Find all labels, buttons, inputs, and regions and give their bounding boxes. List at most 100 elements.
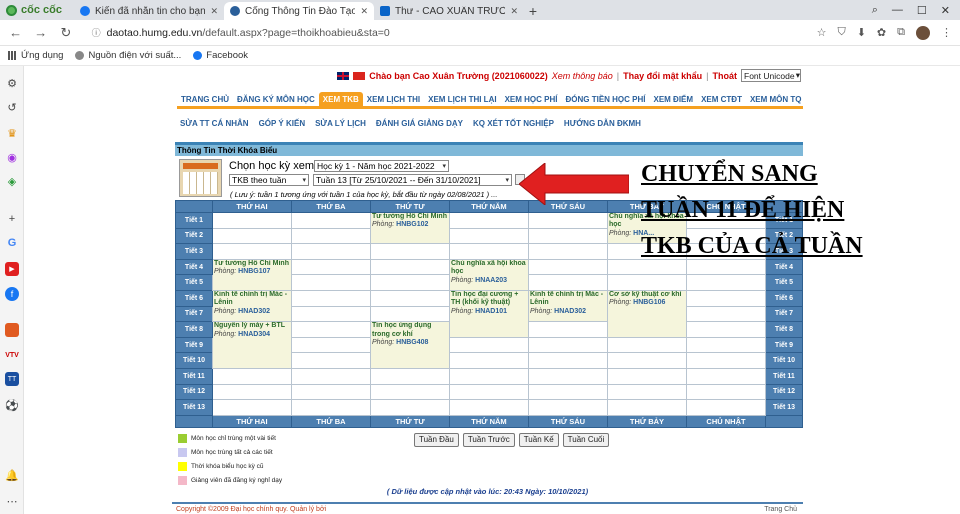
day-header: CHỦ NHẬT (686, 414, 766, 428)
menu-item[interactable]: TRANG CHỦ (177, 92, 233, 108)
add-icon[interactable]: + (5, 212, 19, 226)
legend-swatch (178, 448, 187, 457)
empty-cell (370, 243, 450, 260)
download-icon[interactable]: ⬇ (857, 26, 866, 39)
star-icon[interactable]: ☆ (817, 26, 827, 39)
empty-cell (528, 258, 608, 276)
change-password-link[interactable]: Thay đổi mật khẩu (623, 71, 702, 81)
room-info: Phòng: HNAD302 (530, 308, 606, 316)
menu-icon[interactable]: ⋮ (941, 26, 952, 39)
week-select[interactable]: Tuần 13 [Từ 25/10/2021 -- Đến 31/10/2021… (313, 174, 512, 186)
view-mode-select[interactable]: TKB theo tuần ▾ (229, 174, 309, 186)
english-flag-icon[interactable] (337, 71, 350, 80)
submenu-item[interactable]: HƯỚNG DẪN ĐKMH (564, 119, 641, 128)
facebook-icon[interactable]: f (5, 287, 19, 301)
minimize-icon[interactable]: — (892, 4, 903, 16)
menu-item[interactable]: XEM LỊCH THI LẠI (424, 92, 500, 108)
menu-item[interactable]: XEM TKB (318, 91, 363, 108)
info-icon[interactable]: ⓘ (92, 26, 101, 39)
back-icon[interactable]: ← (8, 25, 23, 40)
empty-cell (291, 305, 371, 323)
news-icon[interactable]: TT (5, 372, 19, 386)
new-tab-button[interactable]: + (524, 2, 542, 20)
extension-icon[interactable]: ✿ (877, 26, 886, 39)
room-code: HNBG102 (396, 221, 429, 229)
tab-portal[interactable]: Cổng Thông Tin Đào Tạo-Đạ ✕ (224, 2, 374, 20)
bell-icon[interactable]: 🔔 (5, 468, 19, 482)
semester-select[interactable]: Học kỳ 1 - Năm học 2021-2022 ▾ (314, 160, 449, 172)
menu-item[interactable]: XEM LỊCH THI (363, 92, 424, 108)
copyright: Copyright ©2009 Đại học chính quy. Quản … (176, 505, 327, 513)
forward-icon[interactable]: → (33, 25, 48, 40)
browser-logo[interactable]: cốc cốc (0, 0, 74, 20)
app-icon[interactable] (5, 323, 19, 337)
bookmark-facebook[interactable]: Facebook (193, 50, 248, 61)
tab-mail[interactable]: Thư - CAO XUÂN TRƯỜNG - ... ✕ (374, 2, 524, 20)
week-nav-button[interactable]: Tuần Trước (462, 433, 515, 447)
submenu-item[interactable]: GÓP Ý KIẾN (259, 119, 306, 128)
home-link[interactable]: Trang Chủ (764, 506, 803, 513)
tab-messages[interactable]: Kiến đã nhắn tin cho bạn ✕ (74, 2, 224, 20)
bookmark-power[interactable]: Nguồn điện với suất... (75, 50, 181, 61)
week-nav-button[interactable]: Tuần Kế (518, 433, 559, 447)
bookmark-apps[interactable]: Ứng dụng (8, 50, 63, 61)
google-icon[interactable]: G (5, 236, 19, 250)
maximize-icon[interactable]: ☐ (917, 4, 927, 17)
menu-item[interactable]: ĐĂNG KÝ MÔN HỌC (233, 92, 319, 108)
messenger-icon[interactable]: ◉ (5, 150, 19, 164)
submenu-item[interactable]: KQ XÉT TỐT NGHIỆP (473, 119, 554, 128)
vtv-icon[interactable]: VTV (5, 348, 19, 362)
week-nav-button[interactable]: Tuần Cuối (562, 433, 610, 447)
class-cell[interactable]: Kinh tế chính trị Mác - Lênin Phòng: HNAD… (528, 289, 608, 323)
submenu-item[interactable]: SỬA LÝ LỊCH (315, 119, 366, 128)
menu-item[interactable]: XEM CTĐT (697, 92, 746, 108)
empty-cell (449, 352, 529, 369)
class-cell[interactable]: Cơ sở kỹ thuật cơ khí Phòng: HNBG106 (607, 289, 687, 338)
history-icon[interactable]: ↺ (5, 100, 19, 114)
submenu-item[interactable]: ĐÁNH GIÁ GIẢNG DẠY (376, 119, 463, 128)
class-cell[interactable]: Chủ nghĩa xã hội khoa học Phòng: HNAA203 (449, 258, 529, 291)
menu-item[interactable]: XEM MÔN TQ (746, 92, 806, 108)
class-cell[interactable]: Tin học ứng dụng trong cơ khí Phòng: HNBG… (370, 321, 450, 369)
menu-item[interactable]: XEM ĐIỂM (650, 92, 698, 108)
shield-icon[interactable]: ⛉ (837, 26, 845, 39)
settings-icon[interactable]: ⚙ (5, 76, 19, 90)
period-label: Tiết 8 (175, 321, 213, 338)
more-icon[interactable]: ⋯ (5, 494, 19, 508)
class-cell[interactable]: Kinh tế chính trị Mác - Lênin Phòng: HNAD… (212, 289, 292, 323)
room-info: Phòng: HNBG102 (372, 221, 448, 229)
logout-link[interactable]: Thoát (713, 71, 738, 81)
avatar[interactable] (916, 25, 930, 40)
room-label: Phòng: (609, 229, 632, 237)
empty-cell (370, 399, 450, 416)
submenu-item[interactable]: SỬA TT CÁ NHÂN (180, 119, 249, 128)
class-cell[interactable]: Tin học đại cương + TH (khối kỹ thuật) Ph… (449, 289, 529, 338)
empty-cell (528, 321, 608, 338)
close-icon[interactable]: ✕ (360, 6, 368, 17)
class-cell[interactable]: Tư tưởng Hồ Chí Minh Phòng: HNBG102 (370, 211, 450, 245)
url-input[interactable]: ⓘ daotao.humg.edu.vn/default.aspx?page=t… (84, 23, 807, 43)
class-cell[interactable]: Nguyên lý máy + BTL Phòng: HNAD304 (212, 321, 292, 369)
panel-title: Thông Tin Thời Khóa Biểu (175, 142, 803, 156)
crown-icon[interactable]: ♛ (5, 126, 19, 140)
empty-cell (291, 274, 371, 291)
empty-cell (686, 399, 766, 416)
game-icon[interactable]: ◈ (5, 174, 19, 188)
reload-icon[interactable]: ↻ (58, 25, 73, 41)
class-cell[interactable]: Tư tưởng Hồ Chí Minh Phòng: HNBG107 (212, 258, 292, 291)
week-nav-button[interactable]: Tuần Đầu (414, 433, 459, 447)
font-select[interactable]: Font Unicode ▾ (741, 69, 801, 82)
close-icon[interactable]: ✕ (210, 6, 218, 17)
close-icon[interactable]: ✕ (510, 6, 518, 17)
puzzle-icon[interactable]: ⧉ (897, 26, 905, 39)
football-icon[interactable]: ⚽ (5, 398, 19, 412)
menu-item[interactable]: ĐÓNG TIỀN HỌC PHÍ (561, 92, 649, 108)
vietnam-flag-icon[interactable] (353, 71, 366, 80)
search-tabs-icon[interactable]: ⌕ (872, 4, 878, 17)
empty-cell (291, 399, 371, 416)
close-window-icon[interactable]: ✕ (941, 4, 950, 17)
menu-item[interactable]: XEM HỌC PHÍ (501, 92, 562, 108)
empty-cell (528, 274, 608, 291)
notice-link[interactable]: Xem thông báo (552, 71, 613, 81)
youtube-icon[interactable]: ▶ (5, 262, 19, 276)
